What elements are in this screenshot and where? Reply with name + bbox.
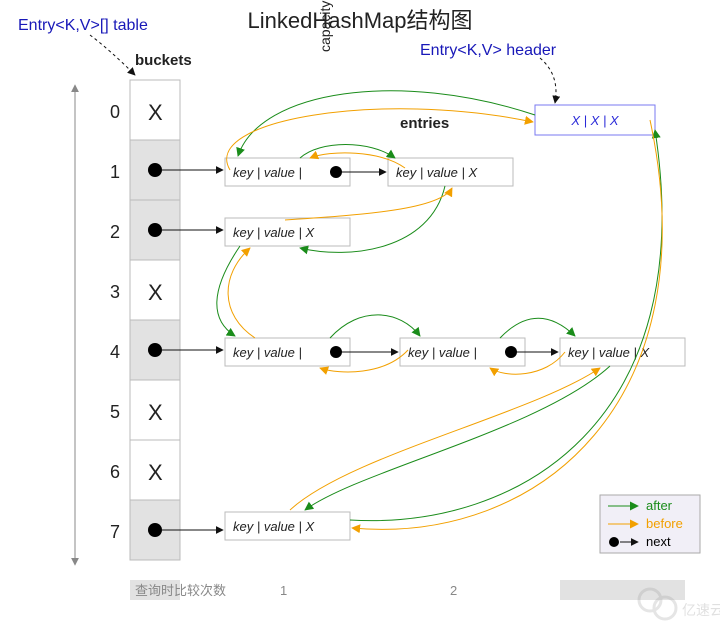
footer-col2: 2 — [450, 583, 457, 598]
svg-text:7: 7 — [110, 522, 120, 542]
svg-text:next: next — [646, 534, 671, 549]
capacity-label: capacity — [317, 1, 333, 52]
svg-text:before: before — [646, 516, 683, 531]
svg-text:X: X — [148, 460, 163, 485]
svg-text:key | value | X: key | value | X — [233, 225, 316, 240]
entries-label: entries — [400, 115, 449, 132]
dash-table — [90, 35, 135, 75]
bucket-row: 3X — [110, 260, 180, 320]
buckets-label: buckets — [135, 52, 192, 69]
svg-text:0: 0 — [110, 102, 120, 122]
svg-text:5: 5 — [110, 402, 120, 422]
svg-text:key | value | X: key | value | X — [233, 519, 316, 534]
header-type-label: Entry<K,V> header — [420, 42, 557, 59]
svg-text:key | value | X: key | value | X — [396, 165, 479, 180]
footer-label: 查询时比较次数 — [135, 583, 226, 598]
svg-text:key | value |: key | value | — [233, 345, 302, 360]
svg-text:6: 6 — [110, 462, 120, 482]
svg-text:after: after — [646, 498, 673, 513]
svg-text:X: X — [148, 400, 163, 425]
page-title: LinkedHashMap结构图 — [248, 8, 473, 33]
svg-text:X: X — [148, 100, 163, 125]
bucket-row: 5X — [110, 380, 180, 440]
svg-text:2: 2 — [110, 222, 120, 242]
bucket-row: 6X — [110, 440, 180, 500]
bucket-table: 0X 1 2 3X 4 5X 6X 7 — [110, 80, 180, 560]
svg-text:亿速云: 亿速云 — [682, 602, 720, 618]
svg-text:4: 4 — [110, 342, 120, 362]
svg-text:key | value |: key | value | — [233, 165, 302, 180]
svg-text:X: X — [148, 280, 163, 305]
svg-text:key | value |: key | value | — [408, 345, 477, 360]
table-type-label: Entry<K,V>[] table — [18, 17, 148, 34]
svg-text:1: 1 — [110, 162, 120, 182]
bucket-row: 0X — [110, 80, 180, 140]
dash-header — [540, 58, 556, 103]
footer-col1: 1 — [280, 583, 287, 598]
header-text: X | X | X — [570, 113, 620, 128]
svg-text:3: 3 — [110, 282, 120, 302]
diagram: LinkedHashMap结构图 Entry<K,V>[] table Entr… — [0, 0, 720, 630]
